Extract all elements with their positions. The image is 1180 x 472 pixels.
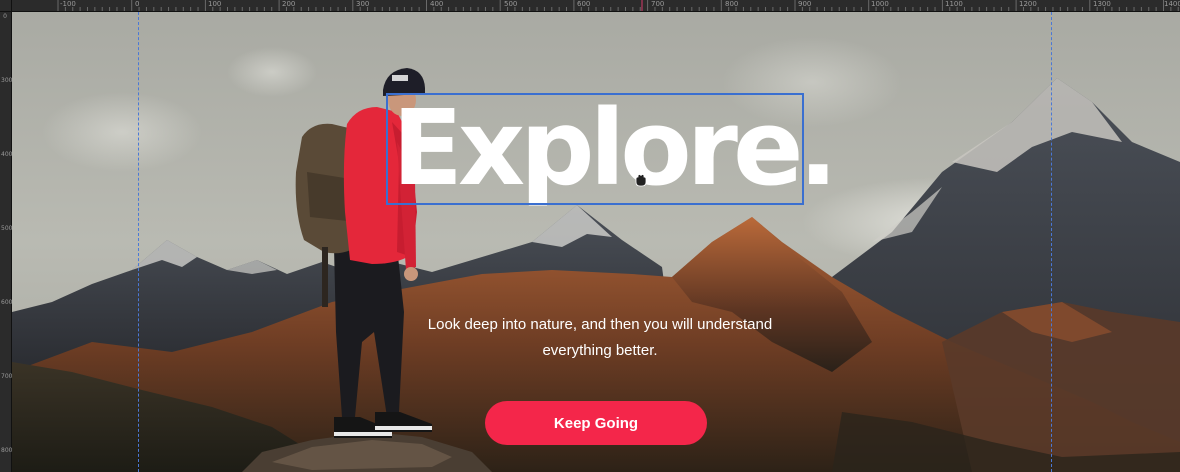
ruler-label: 500 bbox=[1, 225, 13, 232]
ruler-label: 800 bbox=[1, 447, 13, 454]
hand-grab-icon bbox=[635, 174, 647, 187]
keep-going-button[interactable]: Keep Going bbox=[485, 401, 707, 445]
ruler-label: 1300 bbox=[1093, 0, 1111, 8]
ruler-label: 500 bbox=[504, 0, 518, 8]
ruler-label: 300 bbox=[356, 0, 370, 8]
ruler-label: 300 bbox=[1, 77, 13, 84]
ruler-label: 1000 bbox=[871, 0, 889, 8]
ruler-label: -100 bbox=[60, 0, 76, 8]
ruler-label: 900 bbox=[798, 0, 812, 8]
ruler-label: 1400 bbox=[1164, 0, 1180, 8]
ruler-label: 600 bbox=[1, 299, 13, 306]
ruler-label: 400 bbox=[1, 151, 13, 158]
hero-subtitle: Look deep into nature, and then you will… bbox=[427, 316, 773, 359]
ruler-label: 700 bbox=[1, 373, 13, 380]
ruler-label: 0 bbox=[3, 13, 7, 20]
ruler-label: 800 bbox=[725, 0, 739, 8]
ruler-label: 1100 bbox=[945, 0, 963, 8]
design-canvas[interactable]: Explore. Look deep into nature, and then… bbox=[12, 12, 1180, 472]
ruler-label: 100 bbox=[208, 0, 222, 8]
ruler-label: 600 bbox=[577, 0, 591, 8]
ruler-label: 200 bbox=[282, 0, 296, 8]
ruler-label: 700 bbox=[651, 0, 665, 8]
ruler-label: 0 bbox=[135, 0, 140, 8]
ruler-horizontal[interactable]: -100 0 100 200 300 400 500 600 700 800 9… bbox=[0, 0, 1180, 12]
ruler-label: 400 bbox=[430, 0, 444, 8]
ruler-vertical[interactable]: 0 300 400 500 600 700 800 bbox=[0, 11, 12, 472]
ruler-corner bbox=[0, 0, 12, 12]
guide-line-right[interactable] bbox=[1051, 12, 1052, 472]
ruler-label: 1200 bbox=[1019, 0, 1037, 8]
selection-box[interactable] bbox=[386, 93, 804, 205]
guide-line-left[interactable] bbox=[138, 12, 139, 472]
